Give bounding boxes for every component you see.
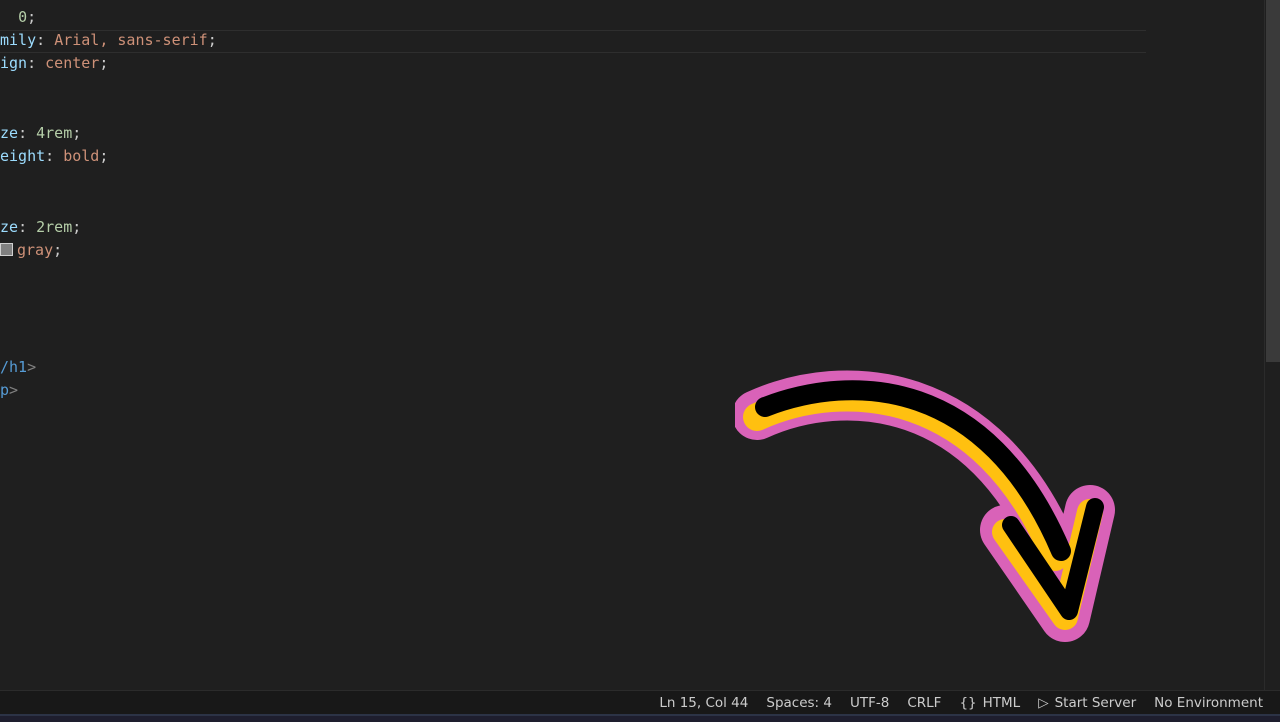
scrollbar-thumb[interactable] (1266, 0, 1280, 362)
environment-selector[interactable]: No Environment (1145, 691, 1272, 715)
status-bar-right: Ln 15, Col 44 Spaces: 4 UTF-8 CRLF {} HT… (650, 691, 1272, 715)
bottom-edge (0, 714, 1280, 722)
code-token: > (27, 358, 37, 376)
code-token: bold (63, 147, 100, 165)
code-token: center (45, 54, 100, 72)
code-token: ze (0, 218, 19, 236)
code-line: gray; (0, 239, 62, 262)
indentation-setting[interactable]: Spaces: 4 (757, 691, 841, 715)
code-token: eight (0, 147, 46, 165)
code-line: 0; (0, 6, 36, 29)
cursor-position[interactable]: Ln 15, Col 44 (650, 691, 757, 715)
code-token: ign (0, 54, 28, 72)
code-token: gray (17, 241, 54, 259)
indentation-label: Spaces: 4 (766, 695, 832, 711)
encoding-selector[interactable]: UTF-8 (841, 691, 898, 715)
curly-braces-icon: {} (959, 695, 977, 711)
code-token: : (18, 124, 37, 142)
code-token: Arial, sans-serif (54, 31, 208, 49)
code-editor[interactable]: 0; mily: Arial, sans-serif; ign: center;… (0, 0, 1264, 690)
environment-label: No Environment (1154, 695, 1263, 711)
code-token: : (36, 31, 55, 49)
code-token: p (0, 381, 10, 399)
line-ending-selector[interactable]: CRLF (898, 691, 950, 715)
code-token: : (27, 54, 46, 72)
code-line: ign: center; (0, 52, 108, 75)
code-token: 2rem (36, 218, 73, 236)
code-token: > (9, 381, 19, 399)
code-token: ; (99, 54, 109, 72)
code-token: ; (99, 147, 109, 165)
code-token: : (18, 218, 37, 236)
code-token: /h1 (0, 358, 28, 376)
play-icon: ▷ (1038, 695, 1049, 711)
code-token: mily (0, 31, 37, 49)
code-line: ze: 4rem; (0, 122, 81, 145)
code-line: ze: 2rem; (0, 216, 81, 239)
line-ending-label: CRLF (907, 695, 942, 711)
status-bar: Ln 15, Col 44 Spaces: 4 UTF-8 CRLF {} HT… (0, 690, 1280, 715)
code-line: mily: Arial, sans-serif; (0, 29, 217, 52)
code-token: ; (207, 31, 217, 49)
start-server-button[interactable]: ▷ Start Server (1029, 691, 1145, 715)
code-line: p> (0, 379, 18, 402)
encoding-label: UTF-8 (849, 695, 890, 711)
code-token: 0 (18, 8, 28, 26)
code-token: : (45, 147, 64, 165)
code-line: eight: bold; (0, 145, 108, 168)
code-token: ; (53, 241, 63, 259)
language-mode-selector[interactable]: {} HTML (950, 691, 1029, 715)
code-token: 4rem (36, 124, 73, 142)
color-swatch[interactable] (0, 243, 13, 256)
code-token: ; (27, 8, 37, 26)
start-server-label: Start Server (1054, 695, 1137, 711)
code-line: /h1> (0, 356, 36, 379)
language-mode-label: HTML (982, 695, 1021, 711)
code-token: ze (0, 124, 19, 142)
cursor-position-label: Ln 15, Col 44 (659, 695, 749, 711)
code-token: ; (72, 124, 82, 142)
code-token: ; (72, 218, 82, 236)
